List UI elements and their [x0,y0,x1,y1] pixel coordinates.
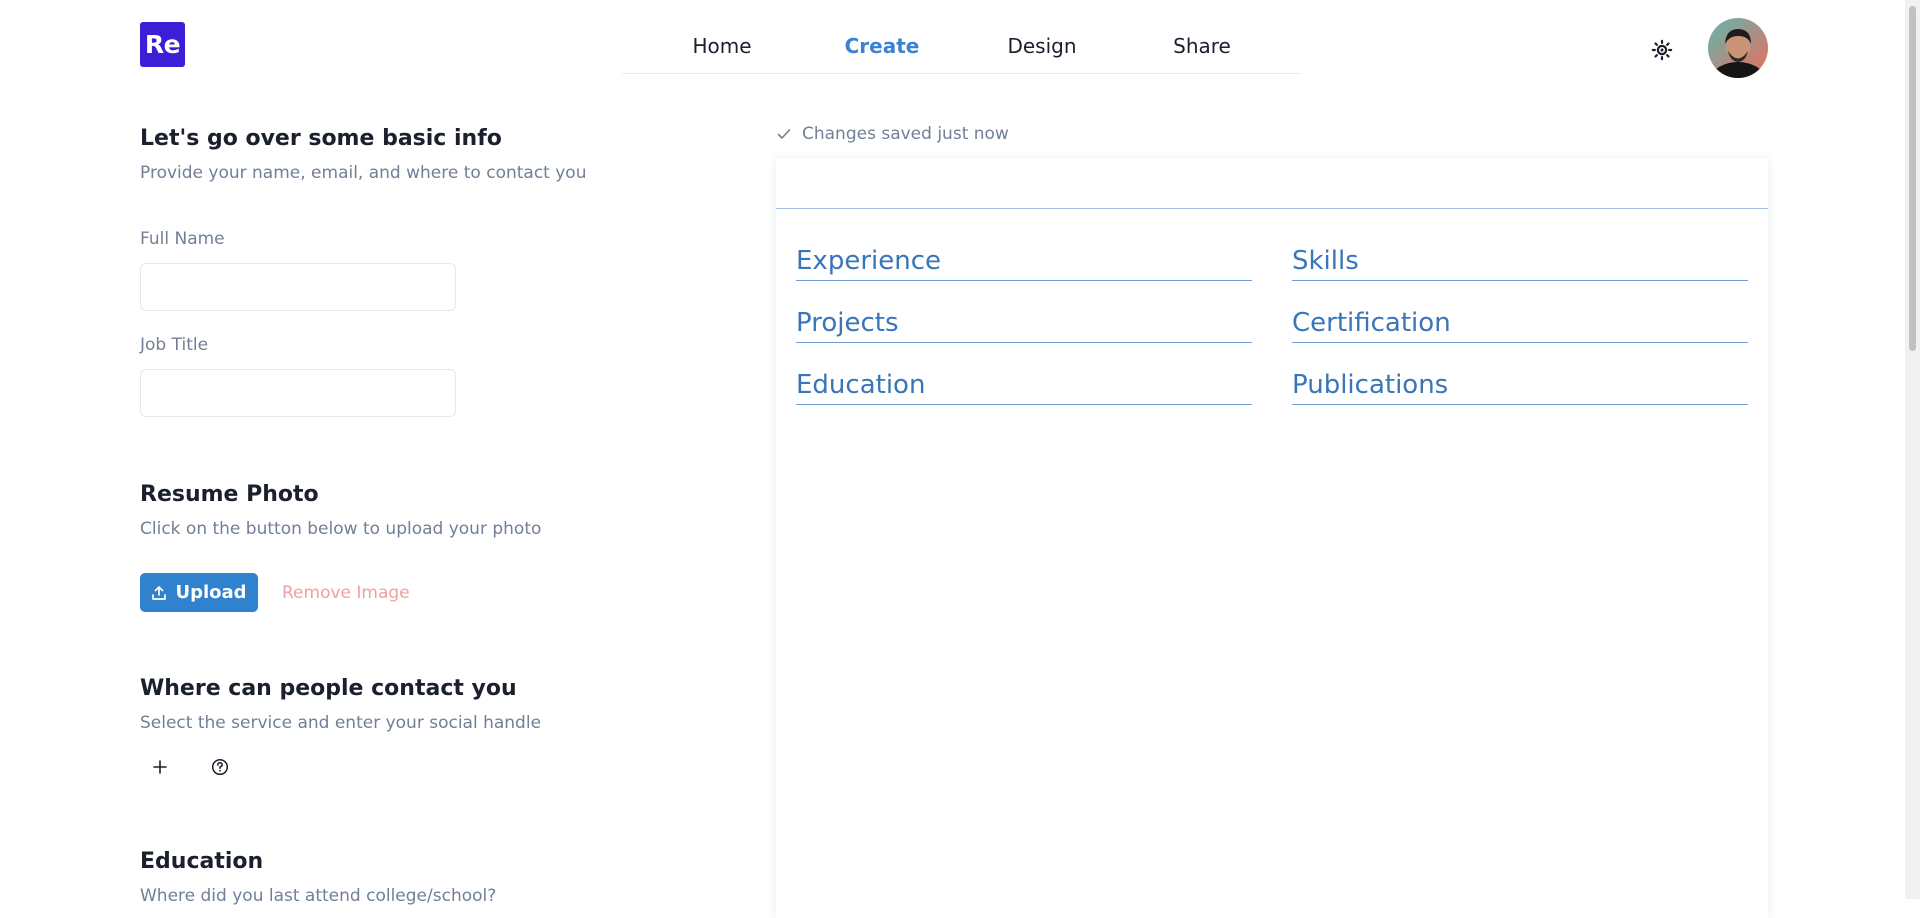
basic-info-title: Let's go over some basic info [140,126,502,151]
job-title-input[interactable] [140,369,456,417]
nav-share[interactable]: Share [1122,34,1282,73]
preview-section-publications: Publications [1292,368,1748,405]
preview-section-projects: Projects [796,306,1252,343]
preview-section-skills: Skills [1292,244,1748,281]
user-avatar[interactable] [1708,18,1768,78]
contact-subtitle: Select the service and enter your social… [140,713,542,733]
check-icon [777,129,791,139]
sun-icon[interactable] [1648,36,1676,64]
question-circle-icon[interactable] [202,749,238,785]
contact-title: Where can people contact you [140,676,517,701]
save-status: Changes saved just now [776,124,1009,144]
scrollbar-thumb[interactable] [1909,6,1916,351]
resume-preview: Experience Projects Education Skills Cer… [776,158,1768,918]
preview-section-education: Education [796,368,1252,405]
education-title: Education [140,849,264,874]
preview-section-certification: Certification [1292,306,1748,343]
job-title-label: Job Title [140,335,209,355]
basic-info-subtitle: Provide your name, email, and where to c… [140,163,587,183]
page-scrollbar[interactable] [1905,0,1920,899]
upload-button[interactable]: Upload [140,573,258,612]
resume-photo-subtitle: Click on the button below to upload your… [140,519,542,539]
preview-section-experience: Experience [796,244,1252,281]
nav-design[interactable]: Design [962,34,1122,73]
nav-create[interactable]: Create [802,34,962,73]
top-navigation: Home Create Design Share [622,24,1302,74]
preview-header-divider [776,208,1768,209]
upload-icon [152,585,167,600]
resume-photo-title: Resume Photo [140,482,319,507]
plus-icon[interactable] [142,749,178,785]
upload-button-label: Upload [175,582,247,603]
education-subtitle: Where did you last attend college/school… [140,886,497,906]
app-logo[interactable]: Re [140,22,185,67]
full-name-label: Full Name [140,229,225,249]
remove-image-button[interactable]: Remove Image [282,583,410,603]
save-status-text: Changes saved just now [802,124,1009,144]
nav-home[interactable]: Home [642,34,802,73]
full-name-input[interactable] [140,263,456,311]
